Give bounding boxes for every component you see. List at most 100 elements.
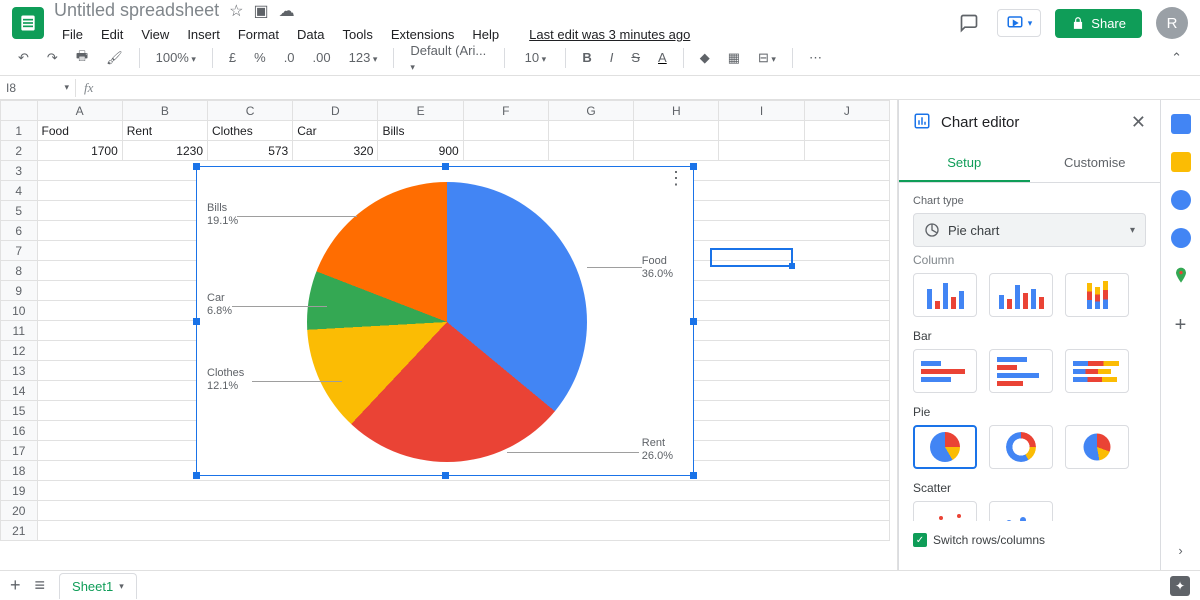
col-header[interactable]: B [122,101,207,121]
font-size-select[interactable]: 10 [515,46,555,69]
chart-thumb-pie-3[interactable] [1065,425,1129,469]
active-cell-indicator [710,248,793,267]
tasks-icon[interactable] [1171,190,1191,210]
italic-button[interactable]: I [604,46,620,69]
chart-thumb-column-3[interactable] [1065,273,1129,317]
undo-icon[interactable]: ↶ [12,46,35,70]
col-header[interactable]: C [208,101,293,121]
collapse-toolbar-icon[interactable]: ⌃ [1165,46,1188,70]
sidebar-title: Chart editor [941,114,1121,131]
calendar-icon[interactable] [1171,114,1191,134]
cell[interactable]: Rent [122,121,207,141]
cell[interactable]: Clothes [208,121,293,141]
chart-type-select[interactable]: Pie chart ▾ [913,213,1146,247]
col-header[interactable]: I [719,101,804,121]
maps-icon[interactable] [1171,266,1191,286]
chart-label-food: Food36.0% [642,255,673,281]
sheet-tab-bar: + ≡ Sheet1▾ ✦ [0,570,1200,600]
group-scatter-label: Scatter [913,481,1146,495]
switch-rows-columns[interactable]: ✓ Switch rows/columns [913,533,1146,547]
chart-thumb-column-2[interactable] [989,273,1053,317]
font-select[interactable]: Default (Ari... [404,39,494,77]
cell[interactable]: Bills [378,121,463,141]
strike-button[interactable]: S [625,46,646,69]
chart-thumb-bar-1[interactable] [913,349,977,393]
explore-button[interactable]: ✦ [1170,576,1190,596]
menu-data[interactable]: Data [289,23,332,46]
percent-button[interactable]: % [248,46,272,69]
menu-insert[interactable]: Insert [179,23,228,46]
chart-label-car: Car6.8% [207,292,232,318]
redo-icon[interactable]: ↷ [41,46,64,70]
col-header[interactable]: D [293,101,378,121]
col-header[interactable]: E [378,101,463,121]
cell[interactable]: 320 [293,141,378,161]
merge-button[interactable]: ⊟ [752,46,782,70]
collapse-rail-icon[interactable]: › [1178,543,1182,558]
title-area: Untitled spreadsheet ☆ ▣ ☁ File Edit Vie… [54,0,955,46]
chart-thumb-scatter-1[interactable] [913,501,977,521]
chart-thumb-bar-2[interactable] [989,349,1053,393]
keep-icon[interactable] [1171,152,1191,172]
menu-tools[interactable]: Tools [334,23,380,46]
chevron-down-icon: ▾ [1130,225,1135,236]
col-header[interactable]: J [804,101,889,121]
fill-color-button[interactable]: ◆ [694,46,716,70]
chart-thumb-scatter-2[interactable] [989,501,1053,521]
cell[interactable]: Car [293,121,378,141]
sheets-logo [12,7,44,39]
decrease-decimal-button[interactable]: .0 [278,46,301,69]
all-sheets-button[interactable]: ≡ [35,575,46,596]
chart-thumb-pie-2[interactable] [989,425,1053,469]
group-bar-label: Bar [913,329,1146,343]
bold-button[interactable]: B [576,46,597,69]
group-column-label: Column [913,253,1146,267]
zoom-select[interactable]: 100% [150,46,202,69]
cell[interactable]: 1230 [122,141,207,161]
contacts-icon[interactable] [1171,228,1191,248]
cell[interactable]: 1700 [37,141,122,161]
chart-thumb-bar-3[interactable] [1065,349,1129,393]
last-edit-link[interactable]: Last edit was 3 minutes ago [521,23,698,46]
print-icon[interactable]: 🖶 [70,43,94,73]
chart-type-value: Pie chart [948,223,999,238]
embedded-chart[interactable]: ⋮ Food36.0% Rent26.0% Clothes12.1% Car6.… [196,166,694,476]
sheet-tab[interactable]: Sheet1▾ [59,573,137,599]
menu-view[interactable]: View [133,23,177,46]
tab-customise[interactable]: Customise [1030,145,1161,182]
col-header[interactable]: G [548,101,633,121]
cloud-icon[interactable]: ☁ [279,1,295,21]
paint-format-icon[interactable]: 🖌 [100,46,129,70]
col-header[interactable]: H [634,101,719,121]
tab-setup[interactable]: Setup [899,145,1030,182]
move-icon[interactable]: ▣ [253,1,268,21]
doc-title[interactable]: Untitled spreadsheet [54,0,219,21]
name-box[interactable]: I8▾ [0,79,76,97]
menu-edit[interactable]: Edit [93,23,131,46]
text-color-button[interactable]: A [652,46,673,69]
borders-button[interactable]: ▦ [722,46,746,70]
checkbox-icon: ✓ [913,533,927,547]
cell[interactable]: Food [37,121,122,141]
comments-icon[interactable] [955,9,983,37]
star-icon[interactable]: ☆ [229,1,243,21]
col-header[interactable]: A [37,101,122,121]
cell[interactable]: 900 [378,141,463,161]
share-button[interactable]: Share [1055,9,1142,38]
spreadsheet-grid[interactable]: A B C D E F G H I J 1 Food Rent Clothes … [0,100,898,570]
currency-button[interactable]: £ [223,46,242,69]
more-toolbar-button[interactable]: ⋯ [803,46,828,70]
number-format-select[interactable]: 123 [343,46,384,69]
chart-thumb-column-1[interactable] [913,273,977,317]
cell[interactable]: 573 [208,141,293,161]
col-header[interactable]: F [463,101,548,121]
present-button[interactable]: ▾ [997,9,1042,37]
add-sheet-button[interactable]: + [10,575,21,596]
increase-decimal-button[interactable]: .00 [307,46,337,69]
chart-thumb-pie-1[interactable] [913,425,977,469]
chart-menu-icon[interactable]: ⋮ [667,175,685,181]
account-avatar[interactable]: R [1156,7,1188,39]
close-icon[interactable]: ✕ [1131,112,1146,133]
add-addon-icon[interactable]: + [1175,314,1187,337]
menu-format[interactable]: Format [230,23,287,46]
